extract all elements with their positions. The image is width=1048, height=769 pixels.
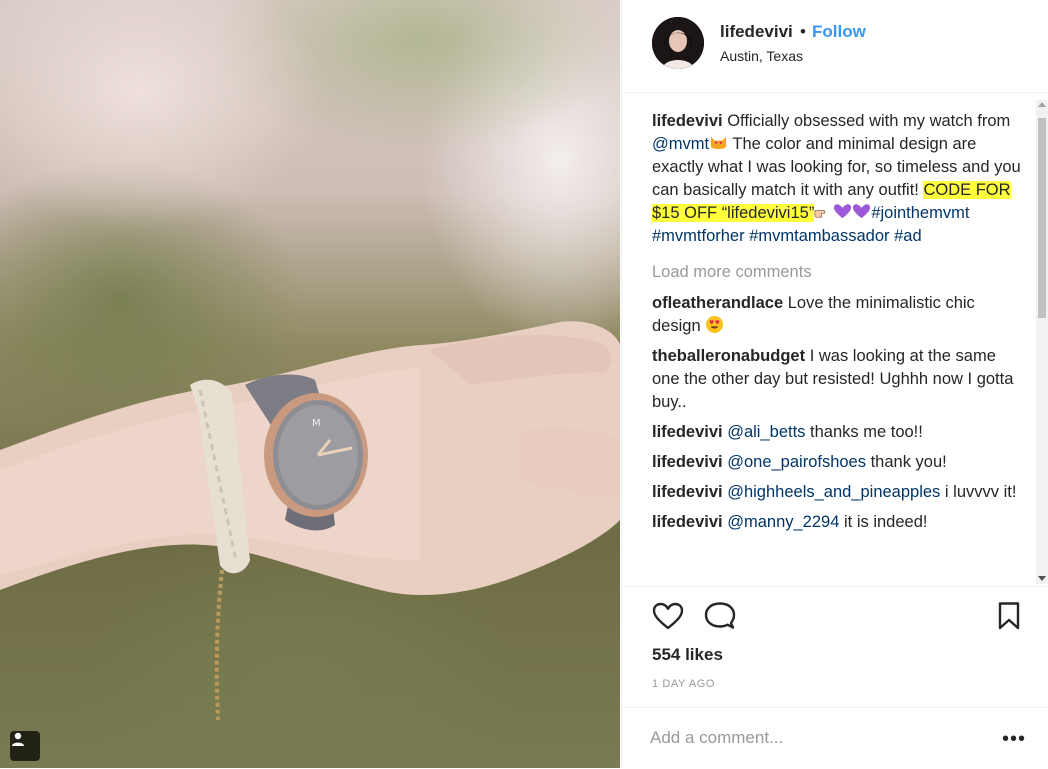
likes-count[interactable]: 554 likes	[652, 645, 723, 665]
comments-scrollbar[interactable]	[1036, 100, 1048, 584]
comment-button[interactable]	[704, 601, 736, 636]
scroll-down-arrow-icon[interactable]	[1038, 576, 1046, 581]
comment-username[interactable]: theballeronabudget	[652, 347, 805, 365]
post-header: lifedevivi • Follow Austin, Texas	[622, 0, 1048, 93]
pointing-hand-emoji-icon	[814, 210, 826, 218]
comment-mention[interactable]: @highheels_and_pineapples	[727, 483, 940, 501]
comment: lifedevivi @one_pairofshoes thank you!	[652, 451, 1022, 474]
separator-dot: •	[800, 22, 806, 41]
comment-username[interactable]: ofleatherandlace	[652, 294, 783, 312]
post-date[interactable]: 1 DAY AGO	[652, 678, 715, 690]
hashtag[interactable]: #ad	[894, 227, 922, 245]
comment: lifedevivi @ali_betts thanks me too!!	[652, 421, 1022, 444]
add-comment-input[interactable]	[650, 725, 980, 751]
save-button[interactable]	[997, 601, 1021, 636]
heart-icon	[652, 602, 684, 630]
comment-username[interactable]: lifedevivi	[652, 453, 723, 471]
user-icon	[12, 732, 24, 746]
load-more-comments-button[interactable]: Load more comments	[652, 261, 1022, 284]
svg-text:M: M	[312, 418, 321, 429]
comments-list[interactable]: lifedevivi Officially obsessed with my w…	[652, 110, 1022, 584]
like-button[interactable]	[652, 601, 684, 636]
post-photo[interactable]: M	[0, 0, 620, 768]
post-sidebar: lifedevivi • Follow Austin, Texas lifede…	[621, 0, 1048, 768]
comment-text: thank you!	[870, 453, 947, 471]
hashtag[interactable]: #jointhemvmt	[871, 204, 969, 222]
username-link[interactable]: lifedevivi	[720, 22, 793, 42]
comment: ofleatherandlace Love the minimalistic c…	[652, 292, 1022, 338]
comment-mention[interactable]: @manny_2294	[727, 513, 839, 531]
add-comment-bar: •••	[622, 707, 1048, 769]
avatar[interactable]	[652, 17, 704, 69]
comment-text: it is indeed!	[843, 513, 928, 531]
comment-text: thanks me too!!	[810, 423, 923, 441]
follow-button[interactable]: Follow	[812, 22, 866, 42]
bookmark-icon	[998, 602, 1020, 630]
heart-eyes-emoji-icon	[706, 315, 724, 334]
comment-username[interactable]: lifedevivi	[652, 513, 723, 531]
purple-heart-emoji-icon	[853, 204, 871, 219]
caption: lifedevivi Officially obsessed with my w…	[652, 110, 1022, 248]
purple-heart-emoji-icon	[834, 204, 852, 219]
watch-photo-illustration: M	[0, 321, 620, 721]
comment-mention[interactable]: @one_pairofshoes	[727, 453, 866, 471]
hashtag[interactable]: #mvmtforher	[652, 227, 745, 245]
comment: theballeronabudget I was looking at the …	[652, 345, 1022, 414]
tagged-users-button[interactable]	[10, 731, 40, 761]
comment: lifedevivi @highheels_and_pineapples i l…	[652, 481, 1022, 504]
comment-icon	[704, 602, 736, 629]
comment-username[interactable]: lifedevivi	[652, 483, 723, 501]
hashtag[interactable]: #mvmtambassador	[749, 227, 889, 245]
scrollbar-thumb[interactable]	[1038, 118, 1046, 318]
comment-mention[interactable]: @ali_betts	[727, 423, 805, 441]
comment: lifedevivi @manny_2294 it is indeed!	[652, 511, 1022, 534]
caption-mention[interactable]: @mvmt	[652, 135, 709, 153]
avatar-image	[652, 17, 704, 69]
post-actions: 554 likes 1 DAY AGO	[622, 586, 1048, 707]
comment-text: i luvvvv it!	[944, 483, 1017, 501]
caption-text-1: Officially obsessed with my watch from	[727, 112, 1011, 130]
scroll-up-arrow-icon[interactable]	[1038, 102, 1046, 107]
heart-eyes-cat-emoji-icon	[710, 136, 727, 150]
more-options-button[interactable]: •••	[1002, 728, 1026, 751]
comment-username[interactable]: lifedevivi	[652, 423, 723, 441]
caption-username[interactable]: lifedevivi	[652, 112, 723, 130]
location-link[interactable]: Austin, Texas	[720, 48, 803, 64]
